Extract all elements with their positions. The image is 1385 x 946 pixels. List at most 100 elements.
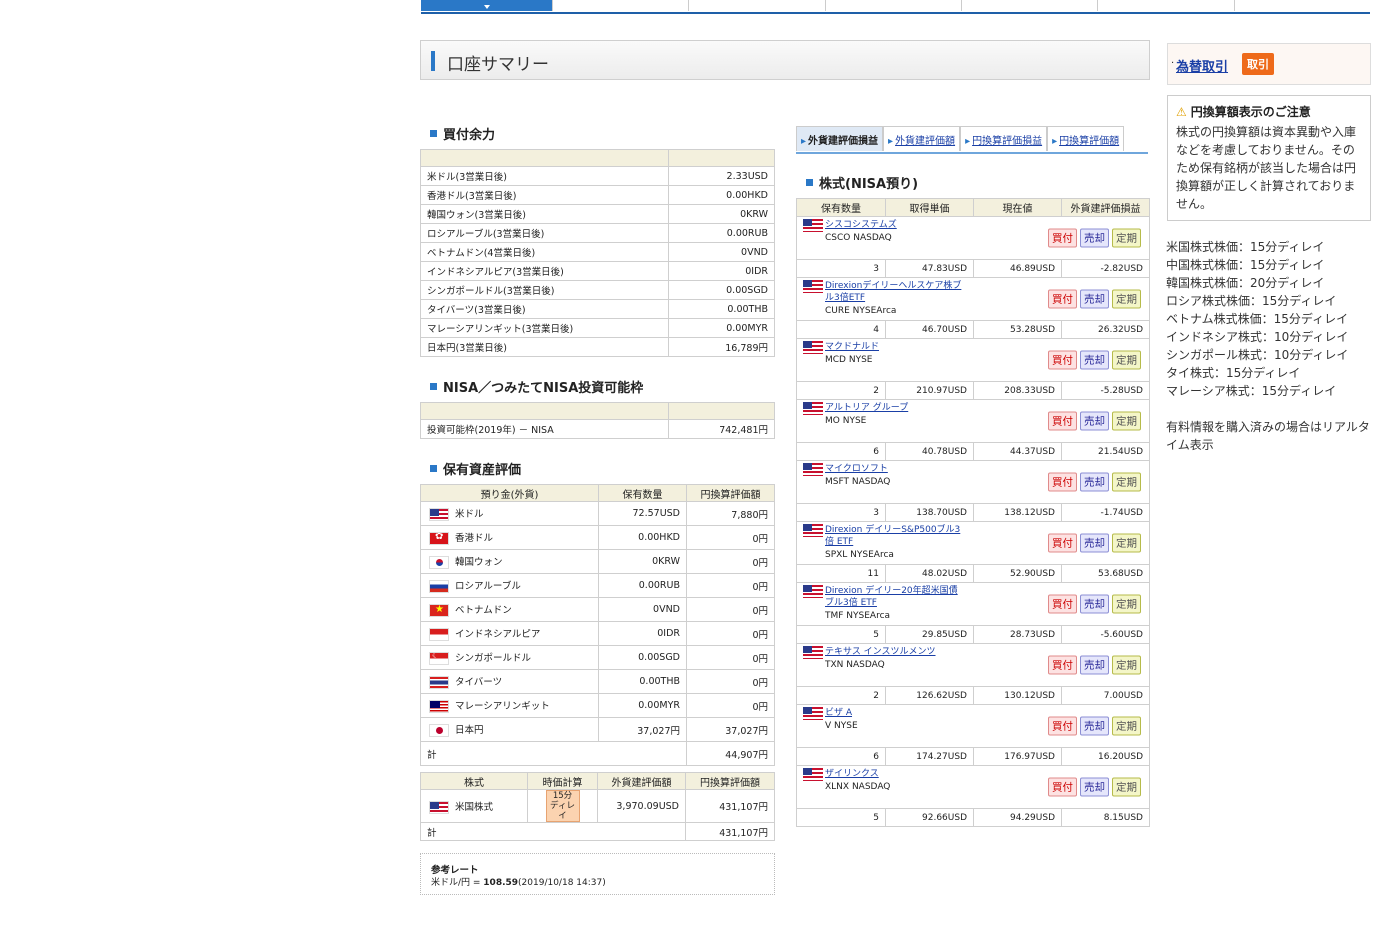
- tab-jpy-pl[interactable]: ▸ 円換算評価損益: [960, 126, 1048, 151]
- asset-qty: 72.57USD: [598, 501, 687, 526]
- tab-foreign-pl[interactable]: ▸ 外貨建評価損益: [796, 126, 884, 151]
- asset-row: タイバーツ 0.00THB 0円: [420, 669, 775, 694]
- buying-power-row: 韓国ウォン(3営業日後) 0KRW: [420, 204, 775, 224]
- regular-button[interactable]: 定期: [1112, 411, 1141, 431]
- stock-price: 52.90USD: [973, 564, 1062, 583]
- stock-name-link[interactable]: マイクロソフト: [825, 464, 888, 474]
- asset-currency: 香港ドル: [420, 525, 599, 550]
- stock-qty: 3: [796, 259, 886, 278]
- delay-item: ロシア株式株価：15分ディレイ: [1166, 294, 1337, 308]
- buy-button[interactable]: 買付: [1048, 350, 1077, 370]
- regular-button[interactable]: 定期: [1112, 350, 1141, 370]
- stock-cost: 29.85USD: [885, 625, 974, 644]
- sell-button[interactable]: 売却: [1080, 411, 1109, 431]
- ru-flag-icon: [429, 580, 449, 593]
- sell-button[interactable]: 売却: [1080, 228, 1109, 248]
- stock-code: MSFT NASDAQ: [825, 477, 891, 487]
- buy-button[interactable]: 買付: [1048, 716, 1077, 736]
- stock-values-row: 5 29.85USD 28.73USD -5.60USD: [796, 625, 1150, 644]
- regular-button[interactable]: 定期: [1112, 777, 1141, 797]
- tab-jpy-value[interactable]: ▸ 円換算評価額: [1047, 126, 1125, 151]
- col-qty: 保有数量: [796, 198, 886, 217]
- buying-power-value: 2.33USD: [668, 166, 775, 186]
- sell-button[interactable]: 売却: [1080, 533, 1109, 553]
- regular-button[interactable]: 定期: [1112, 716, 1141, 736]
- regular-button[interactable]: 定期: [1112, 655, 1141, 675]
- hk-flag-icon: [429, 532, 449, 545]
- buy-button[interactable]: 買付: [1048, 472, 1077, 492]
- warning-icon: ⚠: [1176, 105, 1187, 119]
- sell-button[interactable]: 売却: [1080, 289, 1109, 309]
- buy-button[interactable]: 買付: [1048, 289, 1077, 309]
- regular-button[interactable]: 定期: [1112, 533, 1141, 553]
- fx-trade-button[interactable]: 取引: [1242, 53, 1274, 75]
- stock-cost: 47.83USD: [885, 259, 974, 278]
- stock-pl: -2.82USD: [1061, 259, 1150, 278]
- top-tab[interactable]: [960, 0, 1098, 11]
- buying-power-table: 米ドル(3営業日後) 2.33USD 香港ドル(3営業日後) 0.00HKD 韓国ウォン…: [420, 149, 775, 357]
- top-tab[interactable]: [1233, 0, 1370, 11]
- regular-button[interactable]: 定期: [1112, 228, 1141, 248]
- stock-name-link[interactable]: Direxion デイリーS&P500ブル3倍 ETF: [825, 525, 960, 547]
- buy-button[interactable]: 買付: [1048, 655, 1077, 675]
- stock-pl: -5.60USD: [1061, 625, 1150, 644]
- stock-pl: -1.74USD: [1061, 503, 1150, 522]
- regular-button[interactable]: 定期: [1112, 594, 1141, 614]
- stock-price: 94.29USD: [973, 808, 1062, 827]
- stock-values-row: 5 92.66USD 94.29USD 8.15USD: [796, 808, 1150, 827]
- stock-name-cell: Direxion デイリー20年超米国債ブル3倍 ETF TMF NYSEArca…: [796, 582, 1150, 626]
- asset-currency-name: マレーシアリンギット: [455, 701, 550, 712]
- sell-button[interactable]: 売却: [1080, 777, 1109, 797]
- delay-item: シンガポール株式：10分ディレイ: [1166, 348, 1349, 362]
- buy-button[interactable]: 買付: [1048, 594, 1077, 614]
- stock-name-link[interactable]: ビザ A: [825, 708, 852, 718]
- sell-button[interactable]: 売却: [1080, 594, 1109, 614]
- regular-button[interactable]: 定期: [1112, 472, 1141, 492]
- stock-name-link[interactable]: シスコシステムズ: [825, 220, 897, 230]
- asset-jpy: 7,880円: [686, 501, 775, 526]
- stock-name-link[interactable]: Direxion デイリー20年超米国債ブル3倍 ETF: [825, 586, 958, 608]
- asset-row: 韓国ウォン 0KRW 0円: [420, 549, 775, 574]
- buy-button[interactable]: 買付: [1048, 533, 1077, 553]
- stock-name-cell: ザイリンクス XLNX NASDAQ 買付 売却 定期: [796, 765, 1150, 809]
- sell-button[interactable]: 売却: [1080, 472, 1109, 492]
- fx-link[interactable]: 為替取引: [1176, 56, 1228, 75]
- stock-name-link[interactable]: マクドナルド: [825, 342, 879, 352]
- buy-button[interactable]: 買付: [1048, 777, 1077, 797]
- stock-pl: 8.15USD: [1061, 808, 1150, 827]
- buy-button[interactable]: 買付: [1048, 228, 1077, 248]
- stock-name-link[interactable]: ザイリンクス: [825, 769, 879, 779]
- buying-power-value: 0.00THB: [668, 299, 775, 319]
- top-tab[interactable]: [824, 0, 961, 11]
- asset-jpy: 37,027円: [686, 717, 775, 742]
- stock-actions: 買付 売却 定期: [1048, 289, 1141, 309]
- top-tab-active[interactable]: [421, 0, 552, 11]
- delay-item: 米国株式株価：15分ディレイ: [1166, 240, 1325, 254]
- stock-name-link[interactable]: アルトリア グループ: [825, 403, 908, 413]
- stock-code: SPXL NYSEArca: [825, 550, 894, 560]
- buy-button[interactable]: 買付: [1048, 411, 1077, 431]
- page-title: 口座サマリー: [447, 55, 549, 75]
- buying-power-row: インドネシアルピア(3営業日後) 0IDR: [420, 261, 775, 281]
- asset-currency: ロシアルーブル: [420, 573, 599, 598]
- top-tab[interactable]: [1097, 0, 1234, 11]
- page-header: 口座サマリー: [420, 40, 1150, 80]
- us-stocks-foreign: 3,970.09USD: [597, 789, 686, 823]
- us-flag-icon: [803, 280, 823, 293]
- asset-qty: 0.00RUB: [598, 573, 687, 598]
- us-flag-icon: [803, 463, 823, 476]
- stock-name-link[interactable]: Direxionデイリーヘルスケア株ブル3倍ETF: [825, 281, 961, 303]
- tab-foreign-value[interactable]: ▸ 外貨建評価額: [883, 126, 961, 151]
- asset-currency-name: インドネシアルピア: [455, 629, 541, 640]
- top-tab[interactable]: [688, 0, 825, 11]
- stock-actions: 買付 売却 定期: [1048, 655, 1141, 675]
- stock-name-link[interactable]: テキサス インスツルメンツ: [825, 647, 936, 657]
- sell-button[interactable]: 売却: [1080, 655, 1109, 675]
- buying-power-label: 米ドル(3営業日後): [420, 166, 669, 186]
- sell-button[interactable]: 売却: [1080, 716, 1109, 736]
- stock-name-row: Direxion デイリー20年超米国債ブル3倍 ETF TMF NYSEArca…: [796, 582, 1150, 626]
- buying-power-label: ロシアルーブル(3営業日後): [420, 223, 669, 243]
- regular-button[interactable]: 定期: [1112, 289, 1141, 309]
- top-tab[interactable]: [552, 0, 689, 11]
- sell-button[interactable]: 売却: [1080, 350, 1109, 370]
